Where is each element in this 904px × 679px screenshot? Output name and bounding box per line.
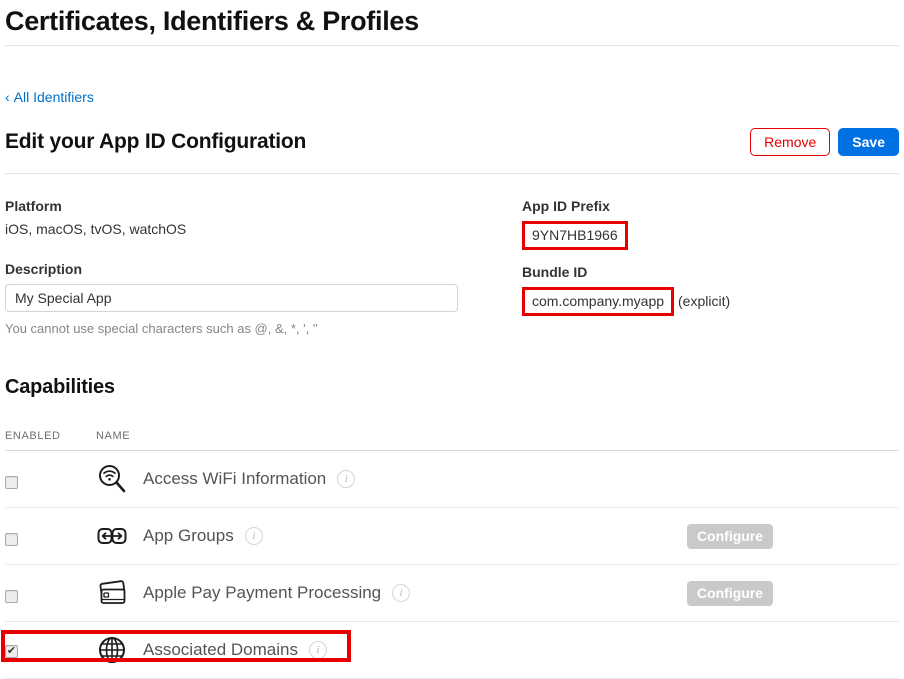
capability-row-access-wifi-information: Access WiFi Information i: [5, 451, 899, 508]
section-title: Edit your App ID Configuration: [5, 130, 306, 154]
checkmark: ✔: [7, 646, 16, 657]
bundle-id-block: Bundle ID com.company.myapp (explicit): [522, 264, 899, 316]
page: Certificates, Identifiers & Profiles ‹Al…: [0, 0, 904, 679]
platform-value: iOS, macOS, tvOS, watchOS: [5, 221, 522, 237]
checkbox-cell: [5, 469, 96, 489]
platform-label: Platform: [5, 198, 522, 214]
bundle-id-value: com.company.myapp: [532, 293, 664, 309]
bundle-id-suffix: (explicit): [678, 293, 730, 309]
section-actions: Remove Save: [750, 128, 899, 156]
app-id-prefix-highlight-box: 9YN7HB1966: [522, 221, 628, 250]
bundle-id-highlight-box: com.company.myapp: [522, 287, 674, 316]
capability-row-app-groups: App Groups i Configure: [5, 508, 899, 565]
bundle-id-label: Bundle ID: [522, 264, 899, 280]
checkbox-cell: [5, 583, 96, 603]
capability-name: Apple Pay Payment Processing: [143, 583, 381, 603]
column-header-name: NAME: [96, 430, 130, 442]
section-header: Edit your App ID Configuration Remove Sa…: [5, 128, 899, 174]
app-id-prefix-block: App ID Prefix 9YN7HB1966: [522, 198, 899, 250]
capability-name: App Groups: [143, 526, 234, 546]
form-right-column: App ID Prefix 9YN7HB1966 Bundle ID com.c…: [522, 198, 899, 336]
checkbox-cell: [5, 526, 96, 546]
column-header-enabled: ENABLED: [5, 430, 96, 442]
apple-pay-checkbox[interactable]: [5, 590, 18, 603]
platform-block: Platform iOS, macOS, tvOS, watchOS: [5, 198, 522, 237]
access-wifi-checkbox[interactable]: [5, 476, 18, 489]
capabilities-table-header: ENABLED NAME: [5, 430, 899, 451]
info-icon[interactable]: i: [245, 527, 263, 545]
configure-app-groups-button[interactable]: Configure: [687, 524, 773, 549]
wifi-search-icon: [96, 463, 143, 495]
remove-button[interactable]: Remove: [750, 128, 830, 156]
back-link-all-identifiers[interactable]: ‹All Identifiers: [5, 89, 94, 105]
app-id-prefix-value: 9YN7HB1966: [532, 227, 618, 243]
back-link-label: All Identifiers: [14, 89, 94, 105]
info-icon[interactable]: i: [309, 641, 327, 659]
description-help-text: You cannot use special characters such a…: [5, 321, 522, 336]
info-icon[interactable]: i: [337, 470, 355, 488]
form-left-column: Platform iOS, macOS, tvOS, watchOS Descr…: [5, 198, 522, 336]
page-title: Certificates, Identifiers & Profiles: [5, 0, 899, 46]
capability-row-associated-domains: ✔ Associated Domains i: [5, 622, 899, 679]
checkbox-cell: ✔: [5, 641, 96, 659]
chevron-left-icon: ‹: [5, 89, 10, 105]
app-id-prefix-label: App ID Prefix: [522, 198, 899, 214]
apple-pay-icon: [96, 577, 143, 609]
capability-name: Associated Domains: [143, 640, 298, 660]
capability-row-apple-pay: Apple Pay Payment Processing i Configure: [5, 565, 899, 622]
globe-icon: [96, 634, 143, 666]
associated-domains-checkbox[interactable]: ✔: [5, 645, 18, 658]
app-groups-checkbox[interactable]: [5, 533, 18, 546]
info-icon[interactable]: i: [392, 584, 410, 602]
app-groups-icon: [96, 520, 143, 552]
capability-name: Access WiFi Information: [143, 469, 326, 489]
save-button[interactable]: Save: [838, 128, 899, 156]
app-id-form: Platform iOS, macOS, tvOS, watchOS Descr…: [5, 198, 899, 336]
description-label: Description: [5, 261, 522, 277]
description-input[interactable]: [5, 284, 458, 312]
configure-apple-pay-button[interactable]: Configure: [687, 581, 773, 606]
capabilities-title: Capabilities: [5, 376, 899, 399]
